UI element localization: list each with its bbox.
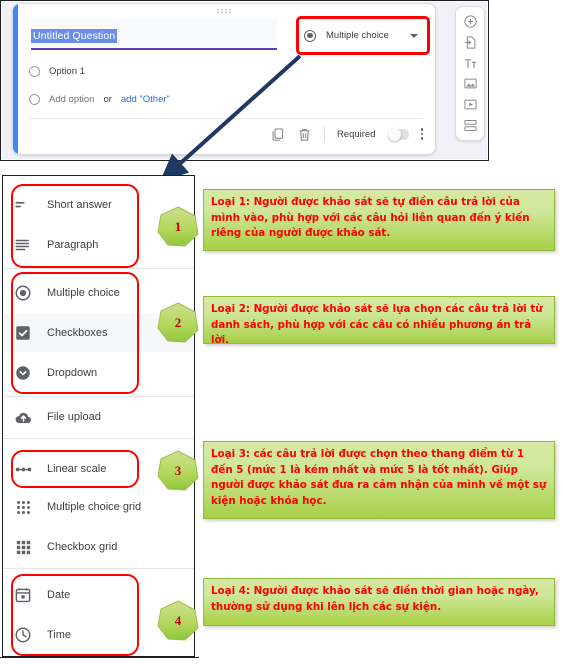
callout-text: Loại 1: Người được khảo sát sẽ tự điền c… (211, 196, 530, 239)
badge-number: 1 (174, 219, 182, 234)
trash-icon[interactable] (297, 127, 312, 142)
add-image-icon[interactable] (462, 76, 478, 92)
card-footer-toolbar: Required (270, 126, 423, 142)
drag-handle-icon[interactable] (216, 8, 232, 14)
or-label: or (103, 94, 112, 105)
duplicate-icon[interactable] (270, 127, 285, 142)
callout-text: Loại 3: các câu trả lời được chọn theo t… (211, 448, 547, 507)
menu-divider (3, 268, 194, 269)
add-option-row[interactable]: Add option or add "Other" (29, 94, 170, 105)
menu-item-label: Dropdown (47, 367, 98, 379)
cloud-upload-icon (13, 407, 33, 427)
callout-loai-4: Loại 4: Người được khảo sát sẽ điền thời… (203, 578, 555, 626)
callout-loai-2: Loại 2: Người được khảo sát sẽ lựa chọn … (203, 296, 555, 346)
toolbar-separator (323, 126, 325, 142)
badge-1: 1 (155, 204, 201, 250)
question-title-text: Untitled Question (31, 29, 118, 43)
forms-side-toolbar (455, 6, 485, 141)
add-section-icon[interactable] (462, 118, 478, 134)
badge-number: 2 (174, 315, 182, 330)
menu-item-dropdown[interactable]: Dropdown (3, 354, 194, 392)
callout-text: Loại 4: Người được khảo sát sẽ điền thời… (211, 585, 539, 613)
option-row-1[interactable]: Option 1 (29, 66, 85, 77)
menu-item-label: Multiple choice grid (47, 501, 142, 513)
card-divider (27, 118, 423, 119)
menu-item-label: Checkbox grid (47, 541, 118, 553)
add-question-icon[interactable] (462, 13, 478, 29)
add-video-icon[interactable] (462, 97, 478, 113)
question-title-field[interactable]: Untitled Question (31, 26, 277, 44)
add-other-link[interactable]: add "Other" (121, 94, 170, 105)
linear-scale-icon (13, 459, 33, 479)
paragraph-icon (13, 235, 33, 255)
badge-2: 2 (155, 300, 201, 346)
menu-divider (3, 438, 194, 439)
required-toggle[interactable] (387, 127, 409, 141)
badge-4: 4 (155, 598, 201, 644)
clock-icon (13, 625, 33, 645)
radio-button-icon[interactable] (29, 66, 40, 77)
option-label: Option 1 (49, 66, 85, 77)
question-title-underline (31, 48, 277, 50)
google-forms-screenshot-region: Untitled Question Option 1 Add option or… (0, 0, 491, 163)
calendar-icon (13, 585, 33, 605)
card-accent-bar (13, 4, 18, 154)
required-label: Required (336, 128, 376, 140)
menu-item-label: Linear scale (47, 463, 107, 475)
menu-divider (3, 568, 194, 569)
menu-item-label: Multiple choice (47, 287, 120, 299)
badge-number: 3 (174, 463, 182, 478)
toggle-knob (387, 127, 401, 141)
radio-button-icon (29, 94, 40, 105)
callout-text: Loại 2: Người được khảo sát sẽ lựa chọn … (211, 303, 543, 346)
radio-grid-icon (13, 497, 33, 517)
badge-3: 3 (155, 448, 201, 494)
import-questions-icon[interactable] (462, 34, 478, 50)
menu-item-label: Time (47, 629, 72, 641)
callout-loai-3: Loại 3: các câu trả lời được chọn theo t… (203, 441, 555, 519)
menu-item-label: File upload (47, 411, 101, 423)
checkbox-icon (13, 323, 33, 343)
radio-button-icon (13, 283, 33, 303)
dropdown-icon (13, 363, 33, 383)
menu-divider (3, 396, 194, 397)
callout-loai-1: Loại 1: Người được khảo sát sẽ tự điền c… (203, 189, 555, 251)
add-option-label[interactable]: Add option (49, 94, 94, 105)
checkbox-grid-icon (13, 537, 33, 557)
menu-item-label: Date (47, 589, 71, 601)
menu-item-label: Paragraph (47, 239, 99, 251)
menu-item-label: Short answer (47, 199, 112, 211)
short-answer-icon (13, 195, 33, 215)
menu-item-file-upload[interactable]: File upload (3, 398, 194, 436)
kebab-menu-icon[interactable] (420, 128, 423, 140)
menu-item-checkbox-grid[interactable]: Checkbox grid (3, 528, 194, 566)
add-title-icon[interactable] (462, 55, 478, 71)
dropdown-highlight-box (296, 16, 430, 55)
badge-number: 4 (174, 613, 182, 628)
menu-item-label: Checkboxes (47, 327, 108, 339)
